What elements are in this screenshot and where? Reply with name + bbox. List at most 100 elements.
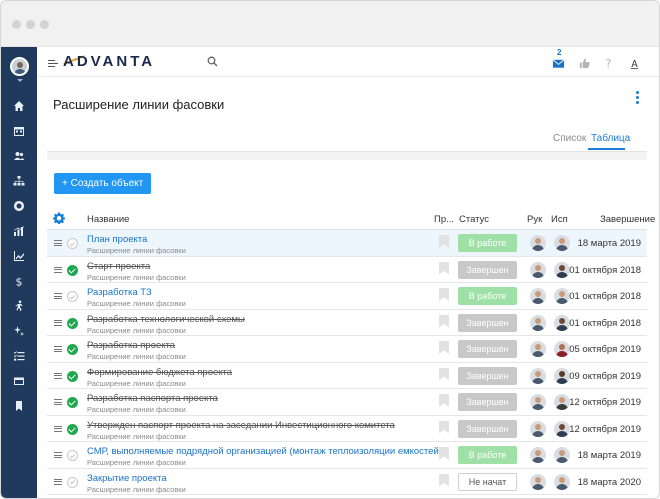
status-badge[interactable]: В работе bbox=[458, 234, 517, 252]
incomplete-check-icon[interactable] bbox=[67, 291, 78, 302]
drag-handle-icon[interactable] bbox=[54, 293, 62, 299]
org-structure-icon[interactable] bbox=[12, 174, 26, 188]
priority-flag-icon[interactable] bbox=[439, 314, 449, 328]
column-header-status[interactable]: Статус bbox=[459, 214, 489, 225]
chevron-down-icon[interactable] bbox=[17, 79, 23, 82]
priority-flag-icon[interactable] bbox=[439, 420, 449, 434]
card-icon[interactable] bbox=[12, 374, 26, 388]
sparkle-icon[interactable] bbox=[12, 324, 26, 338]
drag-handle-icon[interactable] bbox=[54, 240, 62, 246]
manager-avatar[interactable] bbox=[530, 473, 546, 490]
priority-flag-icon[interactable] bbox=[439, 341, 449, 354]
table-row[interactable]: Закрытие проекта Расширение линии фасовки… bbox=[47, 469, 647, 495]
font-size-icon[interactable]: A bbox=[627, 56, 641, 70]
table-row[interactable]: Разработка ТЗ Расширение линии фасовки В р… bbox=[47, 283, 647, 310]
task-name-link[interactable]: Разработка проекта bbox=[87, 340, 175, 351]
app-logo[interactable]: ADVANTA bbox=[63, 53, 155, 70]
completed-check-icon[interactable] bbox=[67, 370, 78, 382]
window-minimize-dot[interactable] bbox=[26, 20, 35, 29]
calendar-icon[interactable] bbox=[12, 124, 26, 138]
bookmark-icon[interactable] bbox=[12, 399, 26, 413]
status-badge[interactable]: Завершен bbox=[458, 419, 517, 438]
priority-flag-icon[interactable] bbox=[439, 367, 449, 381]
line-chart-icon[interactable] bbox=[12, 249, 26, 263]
completed-check-icon[interactable] bbox=[67, 317, 78, 329]
executor-avatar[interactable] bbox=[554, 235, 570, 251]
status-badge[interactable]: Завершен bbox=[458, 366, 517, 385]
task-name-link[interactable]: Старт проекта bbox=[87, 261, 150, 272]
status-badge[interactable]: В работе bbox=[458, 446, 517, 464]
table-row[interactable]: Разработка технологической схемы Расширен… bbox=[47, 310, 647, 336]
drag-handle-icon[interactable] bbox=[54, 399, 62, 405]
drag-handle-icon[interactable] bbox=[54, 346, 62, 352]
drag-handle-icon[interactable] bbox=[54, 452, 62, 458]
window-maximize-dot[interactable] bbox=[40, 20, 49, 29]
task-name-link[interactable]: Утвержден паспорт проекта на заседании И… bbox=[87, 420, 395, 431]
status-badge[interactable]: Завершен bbox=[458, 340, 517, 358]
completed-check-icon[interactable] bbox=[67, 397, 78, 408]
drag-handle-icon[interactable] bbox=[54, 319, 62, 326]
more-options-icon[interactable] bbox=[636, 91, 639, 106]
executor-avatar[interactable] bbox=[554, 314, 570, 331]
executor-avatar[interactable] bbox=[554, 288, 570, 304]
gear-icon[interactable] bbox=[53, 212, 65, 224]
priority-flag-icon[interactable] bbox=[439, 261, 449, 275]
tab-table[interactable]: Таблица bbox=[591, 133, 630, 144]
hamburger-menu-icon[interactable] bbox=[48, 60, 58, 68]
incomplete-check-icon[interactable] bbox=[67, 476, 78, 488]
drag-handle-icon[interactable] bbox=[54, 266, 62, 273]
manager-avatar[interactable] bbox=[530, 261, 546, 278]
table-row[interactable]: План проекта Расширение линии фасовки В ра… bbox=[47, 230, 647, 257]
executor-avatar[interactable] bbox=[554, 341, 570, 357]
checklist-icon[interactable] bbox=[12, 349, 26, 363]
manager-avatar[interactable] bbox=[530, 235, 546, 251]
completed-check-icon[interactable] bbox=[67, 423, 78, 435]
user-avatar[interactable] bbox=[10, 57, 29, 76]
column-header-manager[interactable]: Рук bbox=[527, 214, 542, 225]
create-object-button[interactable]: + Создать объект bbox=[54, 173, 152, 194]
bar-chart-icon[interactable] bbox=[12, 224, 26, 238]
status-badge[interactable]: Не начат bbox=[458, 472, 517, 491]
target-icon[interactable] bbox=[12, 199, 26, 213]
priority-flag-icon[interactable] bbox=[439, 394, 449, 407]
table-row[interactable]: СМР, выполняемые подрядной организацией … bbox=[47, 442, 647, 469]
priority-flag-icon[interactable] bbox=[439, 235, 449, 248]
search-icon[interactable] bbox=[207, 56, 218, 67]
column-header-priority[interactable]: Пр... bbox=[434, 214, 454, 225]
column-header-name[interactable]: Название bbox=[87, 214, 129, 225]
drag-handle-icon[interactable] bbox=[54, 372, 62, 379]
priority-flag-icon[interactable] bbox=[439, 473, 449, 487]
status-badge[interactable]: Завершен bbox=[458, 393, 517, 411]
column-header-executor[interactable]: Исп bbox=[551, 214, 568, 225]
manager-avatar[interactable] bbox=[530, 341, 546, 357]
thumbs-up-icon[interactable] bbox=[577, 56, 591, 70]
running-person-icon[interactable] bbox=[12, 299, 26, 313]
table-row[interactable]: Формирование бюджета проекта Расширение л… bbox=[47, 363, 647, 389]
completed-check-icon[interactable] bbox=[67, 264, 78, 276]
home-icon[interactable] bbox=[12, 99, 26, 113]
status-badge[interactable]: В работе bbox=[458, 287, 517, 305]
executor-avatar[interactable] bbox=[554, 420, 570, 437]
help-icon[interactable]: ? bbox=[601, 56, 615, 70]
executor-avatar[interactable] bbox=[554, 394, 570, 410]
completed-check-icon[interactable] bbox=[67, 344, 78, 355]
manager-avatar[interactable] bbox=[530, 394, 546, 410]
manager-avatar[interactable] bbox=[530, 288, 546, 304]
tab-list[interactable]: Список bbox=[553, 133, 586, 144]
priority-flag-icon[interactable] bbox=[439, 447, 449, 460]
users-icon[interactable] bbox=[12, 149, 26, 163]
executor-avatar[interactable] bbox=[554, 367, 570, 384]
task-name-link[interactable]: План проекта bbox=[87, 234, 147, 245]
manager-avatar[interactable] bbox=[530, 367, 546, 384]
priority-flag-icon[interactable] bbox=[439, 288, 449, 301]
status-badge[interactable]: Завершен bbox=[458, 313, 517, 332]
task-name-link[interactable]: Разработка технологической схемы bbox=[87, 314, 245, 325]
status-badge[interactable]: Завершен bbox=[458, 260, 517, 279]
table-row[interactable]: Утвержден паспорт проекта на заседании И… bbox=[47, 416, 647, 442]
table-row[interactable]: Разработка паспорта проекта Расширение ли… bbox=[47, 389, 647, 416]
executor-avatar[interactable] bbox=[554, 261, 570, 278]
task-name-link[interactable]: Формирование бюджета проекта bbox=[87, 367, 232, 378]
manager-avatar[interactable] bbox=[530, 447, 546, 463]
incomplete-check-icon[interactable] bbox=[67, 450, 78, 461]
table-row[interactable]: Старт проекта Расширение линии фасовки Зав… bbox=[47, 257, 647, 283]
